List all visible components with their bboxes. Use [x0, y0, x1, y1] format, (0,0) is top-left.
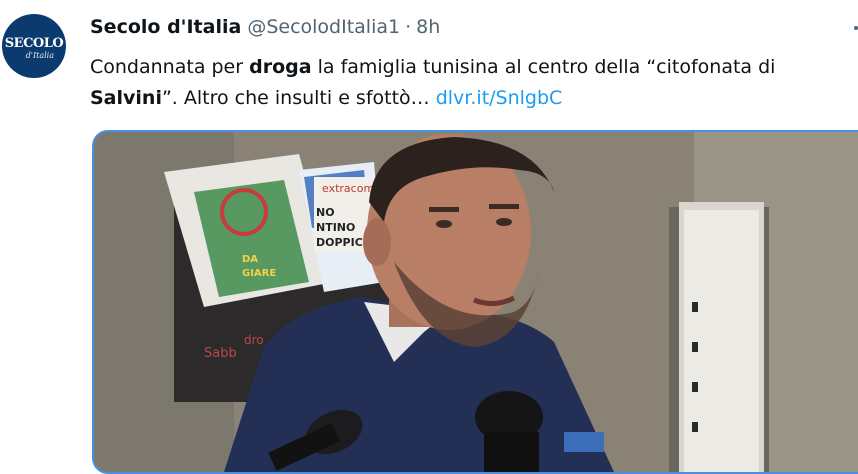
- avatar-brand-text: SECOLO: [4, 35, 64, 51]
- tweet-timestamp[interactable]: 8h: [416, 16, 440, 38]
- more-icon[interactable]: [848, 14, 858, 42]
- avatar-sub-text: d'Italia: [25, 50, 54, 60]
- poster-text-4: DOPPIC: [316, 236, 363, 249]
- poster-text-5: DA: [242, 254, 258, 265]
- author-handle[interactable]: @SecolodItalia1: [247, 16, 400, 38]
- poster-text-1: extracom: [322, 182, 374, 195]
- video-thumbnail-image: extracom NO NTINO DOPPIC DA GIARE Sabb d…: [94, 132, 858, 472]
- poster-text-2: NO: [316, 206, 335, 219]
- tweet-text-line-2: Salvini”. Altro che insulti e sfottò… dl…: [90, 87, 563, 109]
- tweet-link[interactable]: dlvr.it/SnlgbC: [436, 87, 563, 109]
- bold-name: Salvini: [90, 87, 162, 109]
- poster-text-6: GIARE: [242, 268, 276, 279]
- tweet-text-line-1: Condannata per droga la famiglia tunisin…: [90, 56, 776, 78]
- tweet-media[interactable]: extracom NO NTINO DOPPIC DA GIARE Sabb d…: [92, 130, 858, 474]
- author-name[interactable]: Secolo d'Italia: [90, 16, 241, 38]
- tweet-text: Condannata per droga la famiglia tunisin…: [90, 52, 858, 114]
- poster-text-3: NTINO: [316, 221, 355, 234]
- avatar[interactable]: SECOLO d'Italia: [2, 14, 66, 78]
- separator-dot: ·: [405, 16, 412, 38]
- poster-text-7: Sabb: [204, 346, 237, 361]
- poster-text-8: dro: [244, 333, 264, 347]
- bold-keyword: droga: [249, 56, 312, 78]
- tweet-header: Secolo d'Italia @SecolodItalia1 · 8h: [90, 16, 440, 42]
